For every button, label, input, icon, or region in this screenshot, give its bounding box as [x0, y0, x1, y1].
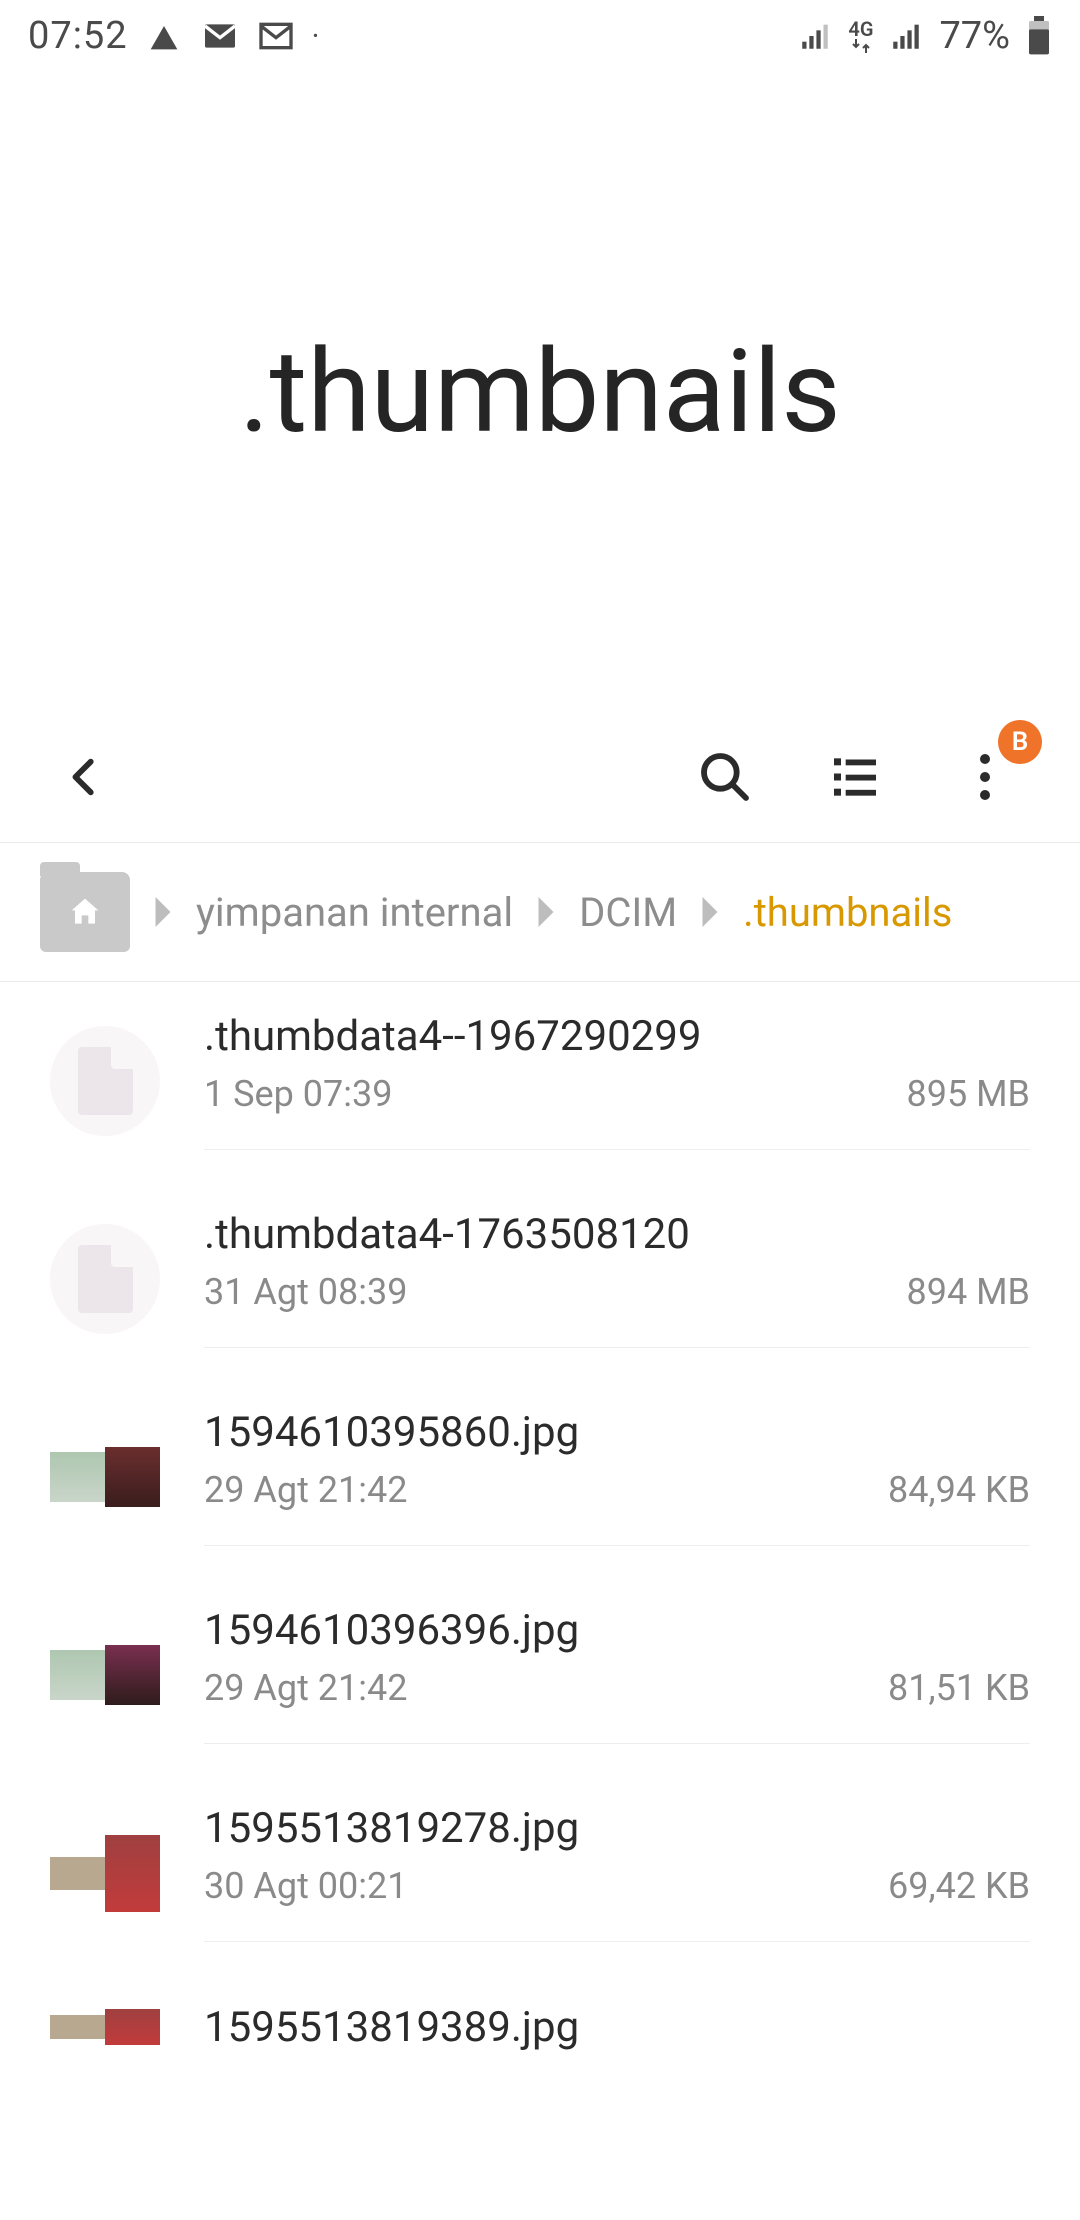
file-row[interactable]: .thumbdata4--1967290299 1 Sep 07:39 895 … [0, 982, 1080, 1180]
file-name: 1595513819278.jpg [204, 1804, 1030, 1853]
file-size: 894 MB [907, 1271, 1031, 1313]
file-name: 1594610395860.jpg [204, 1408, 1030, 1457]
file-size: 84,94 KB [888, 1469, 1030, 1511]
file-name: .thumbdata4--1967290299 [204, 1012, 1030, 1061]
chevron-right-icon [150, 897, 176, 927]
file-date: 31 Agt 08:39 [204, 1271, 407, 1313]
app-notif-icon [144, 16, 184, 56]
file-size: 895 MB [907, 1073, 1031, 1115]
page-title: .thumbnails [239, 325, 840, 460]
image-thumb-icon [50, 1422, 160, 1532]
search-button[interactable] [680, 732, 770, 822]
toolbar: B [0, 712, 1080, 842]
more-notif-dot: · [312, 19, 320, 54]
file-date: 29 Agt 21:42 [204, 1469, 407, 1511]
signal-icon-2 [889, 19, 923, 53]
breadcrumb-seg-dcim[interactable]: DCIM [579, 889, 677, 936]
file-size: 81,51 KB [888, 1667, 1030, 1709]
file-size: 69,42 KB [888, 1865, 1030, 1907]
more-options-button[interactable]: B [940, 732, 1030, 822]
file-name: 1595513819389.jpg [204, 2003, 1030, 2052]
signal-icon-1 [798, 19, 832, 53]
breadcrumb: yimpanan internal DCIM .thumbnails [0, 842, 1080, 982]
home-folder-icon[interactable] [40, 872, 130, 952]
file-list[interactable]: .thumbdata4--1967290299 1 Sep 07:39 895 … [0, 982, 1080, 2052]
file-row[interactable]: 1595513819278.jpg 30 Agt 00:21 69,42 KB [0, 1774, 1080, 1972]
notification-badge: B [998, 720, 1042, 764]
file-date: 30 Agt 00:21 [204, 1865, 407, 1907]
mail-icon [200, 16, 240, 56]
battery-icon [1026, 16, 1052, 56]
view-toggle-button[interactable] [810, 732, 900, 822]
file-date: 29 Agt 21:42 [204, 1667, 407, 1709]
gmail-icon [256, 16, 296, 56]
file-row[interactable]: 1594610396396.jpg 29 Agt 21:42 81,51 KB [0, 1576, 1080, 1774]
status-right: 4G 77% [798, 14, 1052, 58]
battery-pct: 77% [939, 14, 1010, 58]
chevron-right-icon [533, 897, 559, 927]
title-area: .thumbnails [0, 72, 1080, 712]
network-4g-label: 4G [848, 19, 873, 53]
file-name: 1594610396396.jpg [204, 1606, 1030, 1655]
file-thumb-icon [50, 1026, 160, 1136]
status-left: 07:52 · [28, 14, 319, 58]
file-row[interactable]: 1595513819389.jpg [0, 1972, 1080, 2052]
back-button[interactable] [40, 732, 130, 822]
file-date: 1 Sep 07:39 [204, 1073, 392, 1115]
file-thumb-icon [50, 1224, 160, 1334]
status-bar: 07:52 · 4G 77% [0, 0, 1080, 72]
file-row[interactable]: 1594610395860.jpg 29 Agt 21:42 84,94 KB [0, 1378, 1080, 1576]
status-clock: 07:52 [28, 14, 128, 58]
image-thumb-icon [50, 1997, 160, 2052]
file-name: .thumbdata4-1763508120 [204, 1210, 1030, 1259]
file-row[interactable]: .thumbdata4-1763508120 31 Agt 08:39 894 … [0, 1180, 1080, 1378]
chevron-right-icon [697, 897, 723, 927]
image-thumb-icon [50, 1818, 160, 1928]
image-thumb-icon [50, 1620, 160, 1730]
breadcrumb-seg-storage[interactable]: yimpanan internal [196, 889, 513, 936]
breadcrumb-seg-current[interactable]: .thumbnails [743, 889, 952, 936]
